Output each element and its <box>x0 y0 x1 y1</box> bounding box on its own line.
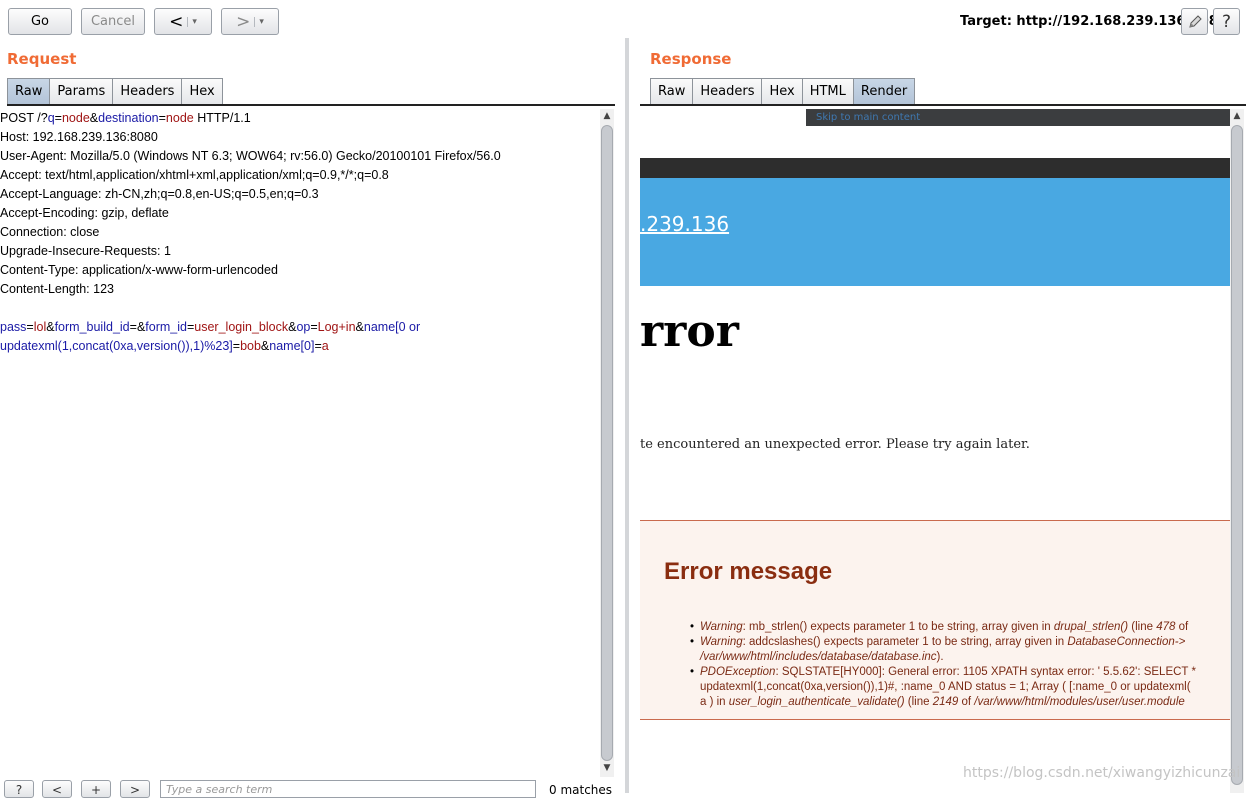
header-line: Connection: close <box>0 225 100 239</box>
response-tabs: Raw Headers Hex HTML Render <box>650 78 916 104</box>
request-title: Request <box>7 50 77 68</box>
error-item: • Warning: mb_strlen() expects parameter … <box>690 621 1189 633</box>
error-list: • Warning: mb_strlen() expects parameter … <box>690 620 1196 710</box>
back-button[interactable]: < ▾ <box>154 8 212 35</box>
body-line: updatexml(1,concat(0xa,version()),1)%23]… <box>0 339 329 353</box>
scrollbar-thumb[interactable] <box>601 125 613 761</box>
pane-splitter[interactable] <box>625 38 629 793</box>
response-tab-headers[interactable]: Headers <box>692 78 763 104</box>
request-editor[interactable]: POST /?q=node&destination=node HTTP/1.1 … <box>0 109 600 779</box>
response-tab-hex[interactable]: Hex <box>761 78 803 104</box>
request-line: POST /?q=node&destination=node HTTP/1.1 <box>0 111 251 125</box>
response-scrollbar[interactable]: ▲ <box>1230 109 1244 793</box>
request-tab-raw[interactable]: Raw <box>7 78 51 104</box>
skip-to-main-link[interactable]: Skip to main content <box>806 109 1230 126</box>
response-tab-html[interactable]: HTML <box>801 78 854 104</box>
response-tab-underline <box>640 104 1246 106</box>
response-tab-render[interactable]: Render <box>852 78 916 104</box>
response-tab-raw[interactable]: Raw <box>650 78 694 104</box>
rendered-response: Skip to main content .239.136 rror te en… <box>640 109 1230 793</box>
error-item-continued: updatexml(1,concat(0xa,version()),1)#, :… <box>700 681 1191 693</box>
request-tab-hex[interactable]: Hex <box>181 78 223 104</box>
request-tabs: Raw Params Headers Hex <box>7 78 223 104</box>
header-line: Content-Type: application/x-www-form-url… <box>0 263 278 277</box>
error-item: • Warning: addcslashes() expects paramete… <box>690 636 1186 648</box>
edit-target-button[interactable] <box>1181 8 1208 35</box>
scrollbar-thumb[interactable] <box>1231 125 1243 785</box>
watermark: https://blog.csdn.net/xiwangyizhicunzai <box>963 765 1241 781</box>
forward-arrow-icon: > <box>236 11 251 32</box>
error-item: • PDOException: SQLSTATE[HY000]: General … <box>690 666 1196 678</box>
request-tab-underline <box>7 104 615 106</box>
cancel-button[interactable]: Cancel <box>81 8 145 35</box>
back-dropdown-icon[interactable]: ▾ <box>187 16 197 27</box>
search-help-button[interactable]: ? <box>4 780 34 798</box>
forward-button[interactable]: > ▾ <box>221 8 279 35</box>
scroll-up-icon[interactable]: ▲ <box>600 111 614 121</box>
scroll-up-icon[interactable]: ▲ <box>1230 111 1244 121</box>
response-title: Response <box>650 50 732 68</box>
site-top-bar <box>640 158 1230 178</box>
search-previous-button[interactable]: < <box>42 780 72 798</box>
header-line: Host: 192.168.239.136:8080 <box>0 130 158 144</box>
search-options-button[interactable]: + <box>81 780 111 798</box>
search-matches-count: 0 matches <box>549 783 613 797</box>
error-item-continued: a ) in user_login_authenticate_validate(… <box>700 696 1185 708</box>
error-heading: Error message <box>664 558 833 585</box>
header-line: Accept-Language: zh-CN,zh;q=0.8,en-US;q=… <box>0 187 319 201</box>
go-button[interactable]: Go <box>8 8 72 35</box>
site-name-link[interactable]: .239.136 <box>640 212 729 236</box>
forward-dropdown-icon[interactable]: ▾ <box>254 16 264 27</box>
help-button[interactable]: ? <box>1213 8 1240 35</box>
error-item-continued: /var/www/html/includes/database/database… <box>700 651 944 663</box>
header-line: Accept-Encoding: gzip, deflate <box>0 206 169 220</box>
search-input[interactable]: Type a search term <box>160 780 536 798</box>
request-tab-params[interactable]: Params <box>49 78 114 104</box>
header-line: Content-Length: 123 <box>0 282 114 296</box>
header-line: User-Agent: Mozilla/5.0 (Windows NT 6.3;… <box>0 149 501 163</box>
error-message-box: Error message • Warning: mb_strlen() expe… <box>640 520 1230 720</box>
header-line: Upgrade-Insecure-Requests: 1 <box>0 244 171 258</box>
search-next-button[interactable]: > <box>120 780 150 798</box>
error-description: te encountered an unexpected error. Plea… <box>640 437 1030 452</box>
back-arrow-icon: < <box>169 11 184 32</box>
body-line: pass=lol&form_build_id=&form_id=user_log… <box>0 320 421 334</box>
pencil-icon <box>1188 14 1202 28</box>
request-scrollbar[interactable]: ▲ ▼ <box>600 109 614 777</box>
page-title: rror <box>640 306 739 357</box>
header-line: Accept: text/html,application/xhtml+xml,… <box>0 168 389 182</box>
request-tab-headers[interactable]: Headers <box>112 78 183 104</box>
scroll-down-icon[interactable]: ▼ <box>600 763 614 773</box>
